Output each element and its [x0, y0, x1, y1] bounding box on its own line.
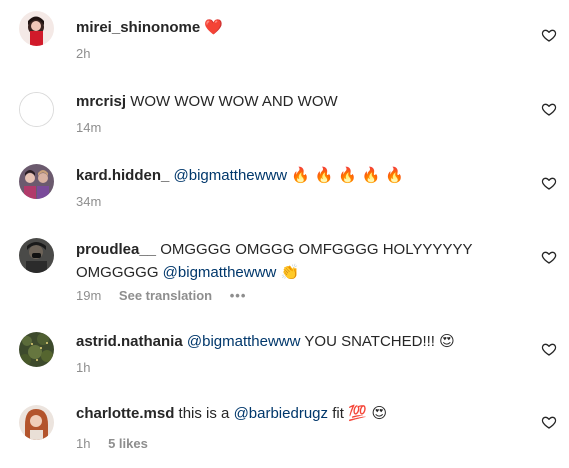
comment-username[interactable]: proudlea__ [76, 241, 156, 258]
avatar[interactable] [19, 332, 54, 367]
heart-outline-icon [541, 29, 557, 42]
avatar[interactable] [19, 11, 54, 46]
heart-outline-icon [541, 251, 557, 264]
comment-time[interactable]: 2h [76, 46, 90, 61]
comment-username[interactable]: mrcrisj [76, 93, 126, 110]
comment-time[interactable]: 1h [76, 360, 90, 375]
comment-username[interactable]: mirei_shinonome [76, 19, 200, 36]
comment-text: charlotte.msd this is a @barbiedrugz fit… [76, 402, 516, 425]
mention-link[interactable]: @bigmatthewww [187, 333, 301, 350]
like-button[interactable] [541, 101, 557, 117]
comment-time[interactable]: 34m [76, 194, 101, 209]
comment-text: mirei_shinonome ❤️ [76, 16, 516, 39]
mention-link[interactable]: @bigmatthewww [163, 264, 277, 281]
comment-username[interactable]: charlotte.msd [76, 405, 174, 422]
comment-body: WOW WOW WOW AND WOW [130, 93, 338, 110]
comment-meta: 1h 5 likes [76, 436, 148, 452]
heart-outline-icon [541, 416, 557, 429]
heart-outline-icon [541, 103, 557, 116]
comment-username[interactable]: kard.hidden_ [76, 167, 169, 184]
like-button[interactable] [541, 249, 557, 265]
comment-emoji: ❤️ [204, 18, 224, 36]
comment-text: astrid.nathania @bigmatthewww YOU SNATCH… [76, 330, 516, 353]
like-button[interactable] [541, 175, 557, 191]
comment-time[interactable]: 14m [76, 120, 101, 135]
comment-body: this is a [178, 405, 230, 422]
comment-emoji: 🔥 🔥 🔥 🔥 🔥 [291, 166, 404, 184]
heart-outline-icon [541, 343, 557, 356]
comment-emoji: 😍 [439, 332, 455, 350]
comment-meta: 2h [76, 46, 90, 62]
comment-body: fit [332, 405, 344, 422]
comment-time[interactable]: 1h [76, 436, 90, 451]
like-button[interactable] [541, 414, 557, 430]
avatar[interactable] [19, 164, 54, 199]
more-options-icon[interactable]: ••• [230, 288, 247, 303]
like-button[interactable] [541, 27, 557, 43]
comment-meta: 34m [76, 194, 101, 210]
likes-count-link[interactable]: 5 likes [108, 436, 148, 451]
comment-time[interactable]: 19m [76, 288, 101, 303]
comment-text: proudlea__ OMGGGG OMGGG OMFGGGG HOLYYYYY… [76, 238, 506, 284]
mention-link[interactable]: @barbiedrugz [234, 405, 328, 422]
like-button[interactable] [541, 341, 557, 357]
avatar[interactable] [19, 405, 54, 440]
comment-meta: 1h [76, 360, 90, 376]
see-translation-link[interactable]: See translation [119, 288, 212, 303]
avatar[interactable] [19, 238, 54, 273]
comment-emoji: 💯 😍 [348, 404, 388, 422]
comment-text: mrcrisj WOW WOW WOW AND WOW [76, 90, 516, 113]
mention-link[interactable]: @bigmatthewww [174, 167, 288, 184]
comment-emoji: 👏 [280, 263, 300, 281]
comment-meta: 19m See translation ••• [76, 288, 246, 304]
comment-username[interactable]: astrid.nathania [76, 333, 183, 350]
heart-outline-icon [541, 177, 557, 190]
comment-body: YOU SNATCHED!!! [304, 333, 435, 350]
comment-meta: 14m [76, 120, 101, 136]
comment-text: kard.hidden_ @bigmatthewww 🔥 🔥 🔥 🔥 🔥 [76, 164, 516, 187]
avatar[interactable] [19, 92, 54, 127]
